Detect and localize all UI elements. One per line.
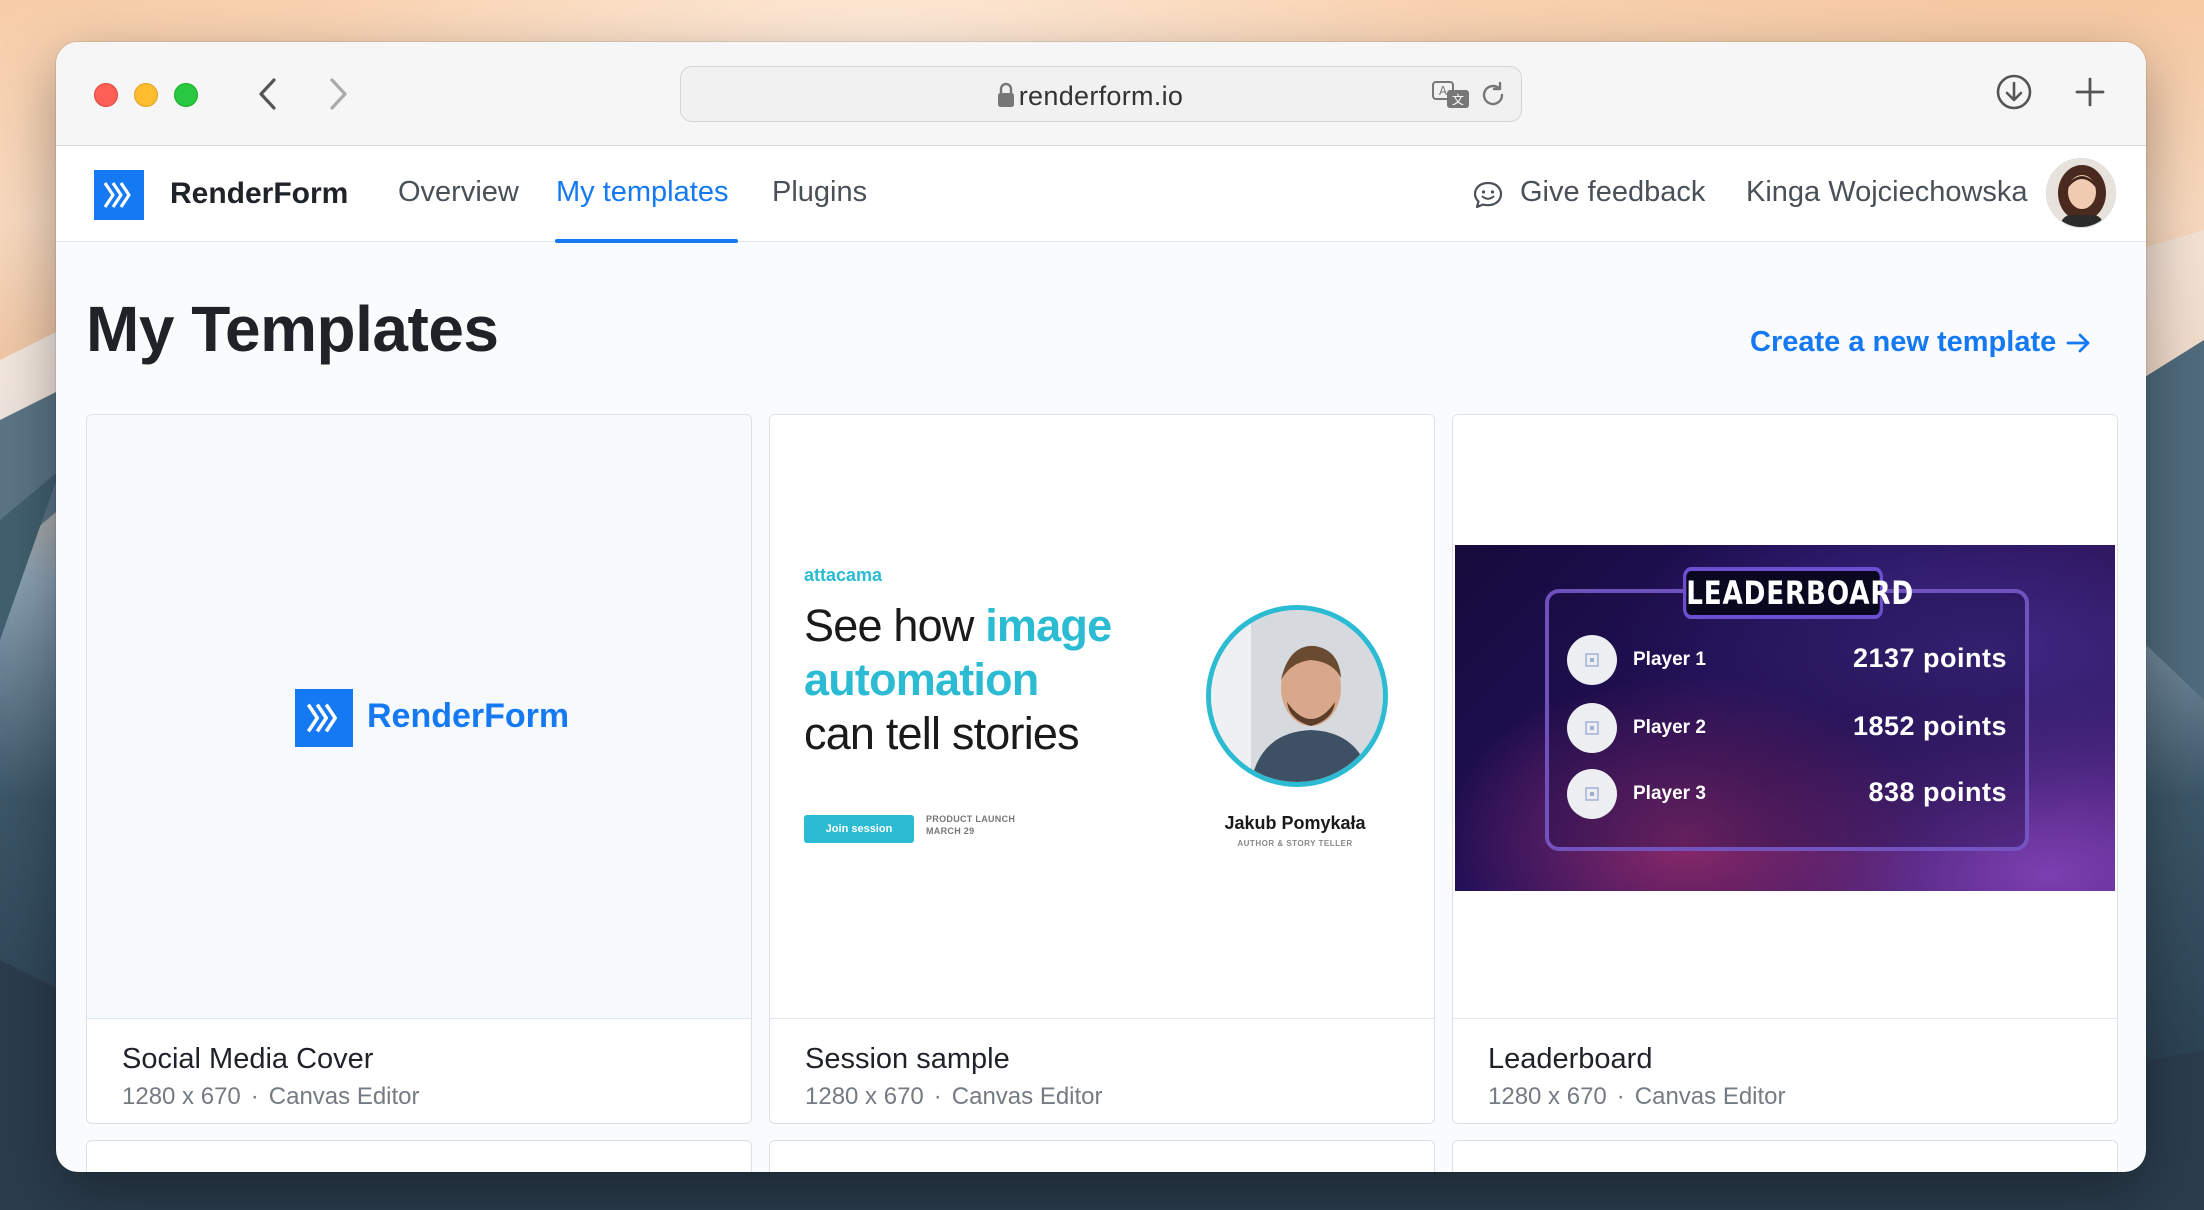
meta-separator: · — [1616, 1083, 1625, 1110]
active-tab-indicator — [555, 239, 738, 243]
speaker-portrait-image — [1211, 610, 1383, 782]
reload-icon[interactable] — [1479, 81, 1507, 109]
give-feedback-link[interactable]: Give feedback — [1520, 176, 1705, 209]
image-placeholder-icon — [1585, 653, 1599, 667]
event-line-2: MARCH 29 — [926, 826, 975, 836]
tab-plugins[interactable]: Plugins — [772, 176, 867, 209]
new-tab-icon[interactable] — [2070, 72, 2110, 112]
leaderboard-row: Player 2 1852 points — [1567, 703, 2007, 753]
template-size: 1280 x 670 — [805, 1083, 924, 1110]
zoom-window-button[interactable] — [174, 83, 198, 107]
player-avatar — [1567, 635, 1617, 685]
avatar[interactable] — [2046, 158, 2116, 228]
template-name[interactable]: Session sample — [805, 1043, 1010, 1076]
preview-headline: See how image automation can tell storie… — [804, 599, 1164, 761]
template-preview[interactable]: attacama See how image automation can te… — [770, 415, 1434, 1019]
template-editor: Canvas Editor — [1634, 1083, 1786, 1110]
template-meta: 1280 x 670 · Canvas Editor — [122, 1083, 420, 1111]
headline-highlight-1: image — [985, 600, 1112, 651]
url-text: renderform.io — [1018, 81, 1184, 111]
close-window-button[interactable] — [94, 83, 118, 107]
preview-speaker-role: AUTHOR & STORY TELLER — [1237, 839, 1353, 848]
image-placeholder-icon — [1585, 787, 1599, 801]
player-points: 2137 points — [1852, 643, 2007, 673]
player-name: Player 1 — [1633, 649, 1706, 670]
headline-highlight-2: automation — [804, 654, 1039, 705]
preview-event-info: PRODUCT LAUNCH MARCH 29 — [926, 813, 1015, 837]
preview-speaker-name: Jakub Pomykała — [1224, 813, 1366, 833]
browser-toolbar: renderform.io A 文 — [56, 42, 2146, 146]
template-card-session-sample[interactable]: attacama See how image automation can te… — [769, 414, 1435, 1124]
user-name[interactable]: Kinga Wojciechowska — [1746, 176, 2028, 209]
template-name[interactable]: Leaderboard — [1488, 1043, 1652, 1076]
page-title: My Templates — [86, 293, 499, 365]
tab-my-templates[interactable]: My templates — [556, 176, 728, 209]
back-button[interactable] — [248, 74, 288, 114]
template-editor: Canvas Editor — [268, 1083, 420, 1110]
player-name: Player 3 — [1633, 783, 1706, 804]
player-points: 1852 points — [1852, 711, 2007, 741]
chat-smile-icon[interactable] — [1472, 180, 1504, 210]
minimize-window-button[interactable] — [134, 83, 158, 107]
meta-separator: · — [933, 1083, 942, 1110]
preview-join-button: Join session — [804, 815, 914, 843]
forward-button[interactable] — [318, 74, 358, 114]
leaderboard-row: Player 1 2137 points — [1567, 635, 2007, 685]
svg-text:A: A — [1439, 84, 1448, 98]
template-card-partial[interactable] — [86, 1140, 752, 1172]
player-avatar — [1567, 703, 1617, 753]
player-avatar — [1567, 769, 1617, 819]
template-card-social-media-cover[interactable]: RenderForm Social Media Cover 1280 x 670… — [86, 414, 752, 1124]
template-preview[interactable]: RenderForm — [87, 415, 751, 1019]
leaderboard-preview: LEADERBOARD Player 1 2137 points Player … — [1455, 545, 2115, 891]
chevron-left-icon — [259, 78, 276, 110]
template-size: 1280 x 670 — [1488, 1083, 1607, 1110]
svg-text:文: 文 — [1452, 92, 1464, 107]
arrow-right-icon[interactable] — [2064, 328, 2094, 358]
template-preview[interactable]: LEADERBOARD Player 1 2137 points Player … — [1453, 415, 2117, 1019]
template-card-partial[interactable] — [769, 1140, 1435, 1172]
template-name[interactable]: Social Media Cover — [122, 1043, 373, 1076]
leaderboard-row: Player 3 838 points — [1567, 769, 2007, 819]
app-header: RenderForm Overview My templates Plugins… — [56, 146, 2146, 243]
create-template-link[interactable]: Create a new template — [1750, 326, 2056, 359]
chevron-right-icon — [330, 78, 347, 110]
renderform-logo[interactable] — [94, 170, 144, 220]
preview-brand: attacama — [804, 565, 883, 585]
image-placeholder-icon — [1585, 721, 1599, 735]
template-meta: 1280 x 670 · Canvas Editor — [1488, 1083, 1786, 1111]
leaderboard-title: LEADERBOARD — [1682, 567, 1913, 619]
renderform-logo — [295, 689, 353, 747]
tab-overview[interactable]: Overview — [398, 176, 519, 209]
preview-brand-text: RenderForm — [367, 697, 570, 735]
browser-window: renderform.io A 文 RenderForm Overview My… — [56, 42, 2146, 1172]
player-points: 838 points — [1868, 777, 2007, 807]
event-line-1: PRODUCT LAUNCH — [926, 814, 1016, 824]
renderform-logo-icon — [103, 182, 131, 208]
user-avatar-image — [2047, 159, 2115, 227]
template-card-partial[interactable] — [1452, 1140, 2118, 1172]
headline-post: can tell stories — [804, 708, 1080, 759]
speaker-photo — [1206, 605, 1388, 787]
renderform-logo-icon — [306, 703, 337, 733]
download-icon[interactable] — [1994, 72, 2034, 112]
headline-pre: See how — [804, 600, 986, 651]
brand-name[interactable]: RenderForm — [170, 177, 348, 211]
template-size: 1280 x 670 — [122, 1083, 241, 1110]
meta-separator: · — [250, 1083, 259, 1110]
template-card-leaderboard[interactable]: LEADERBOARD Player 1 2137 points Player … — [1452, 414, 2118, 1124]
player-name: Player 2 — [1633, 717, 1706, 738]
address-bar[interactable]: renderform.io A 文 — [680, 66, 1522, 122]
template-editor: Canvas Editor — [951, 1083, 1103, 1110]
translate-icon[interactable]: A 文 — [1431, 79, 1471, 111]
template-meta: 1280 x 670 · Canvas Editor — [805, 1083, 1103, 1111]
